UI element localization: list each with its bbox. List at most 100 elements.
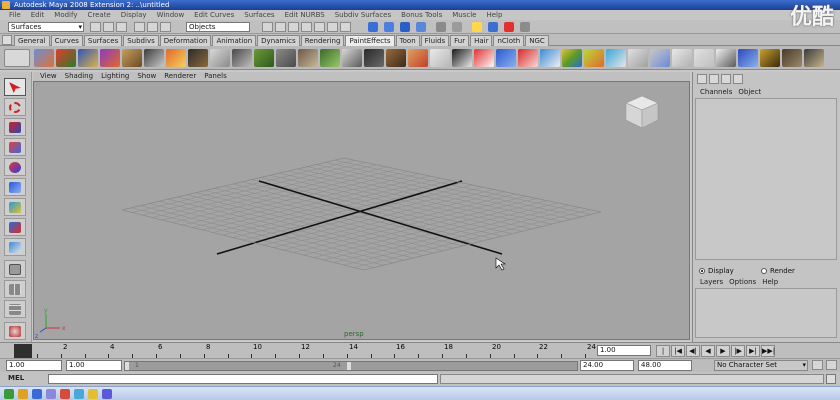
menu-subdiv-surfaces[interactable]: Subdiv Surfaces — [330, 10, 396, 20]
manipulator-tool[interactable] — [4, 198, 26, 216]
brush-preset-33-icon[interactable] — [738, 49, 758, 67]
tab-ncloth[interactable]: nCloth — [493, 35, 525, 46]
open-scene-icon[interactable] — [103, 22, 114, 32]
brush-preset-11-icon[interactable] — [254, 49, 274, 67]
play-forwards-button[interactable]: ▶ — [716, 345, 730, 357]
select-joints-icon[interactable] — [275, 22, 286, 32]
menu-help[interactable]: Help — [481, 10, 507, 20]
tab-dynamics[interactable]: Dynamics — [257, 35, 300, 46]
quicklaunch-media-icon[interactable] — [60, 389, 70, 399]
display-radio[interactable]: Display — [699, 267, 734, 275]
brush-preset-20-icon[interactable] — [452, 49, 472, 67]
select-tool[interactable] — [4, 78, 26, 96]
brush-preset-26-icon[interactable] — [584, 49, 604, 67]
brush-preset-32-icon[interactable] — [716, 49, 736, 67]
panel-menu-show[interactable]: Show — [133, 72, 160, 81]
menu-modify[interactable]: Modify — [49, 10, 82, 20]
select-curves-icon[interactable] — [288, 22, 299, 32]
show-manipulator-tool[interactable] — [4, 238, 26, 256]
attribute-editor-layout-icon[interactable] — [709, 74, 719, 84]
quicklaunch-tool-icon[interactable] — [88, 389, 98, 399]
save-scene-icon[interactable] — [116, 22, 127, 32]
ipr-render-icon[interactable] — [504, 22, 514, 32]
time-ruler[interactable]: 2 4 6 8 10 12 14 16 18 20 22 24 — [33, 343, 596, 359]
brush-preset-24-icon[interactable] — [540, 49, 560, 67]
playback-end-field[interactable]: 24.00 — [580, 360, 634, 371]
step-back-frame-button[interactable]: ◀| — [686, 345, 700, 357]
play-backwards-button[interactable]: ◀ — [701, 345, 715, 357]
menu-bonus-tools[interactable]: Bonus Tools — [396, 10, 447, 20]
channel-layer-layout-icon[interactable] — [733, 74, 743, 84]
perspective-viewport[interactable]: x y z persp — [33, 81, 690, 340]
tab-subdivs[interactable]: Subdivs — [123, 35, 159, 46]
render-radio[interactable]: Render — [761, 267, 795, 275]
command-language-toggle[interactable]: MEL — [8, 374, 24, 382]
panel-menu-renderer[interactable]: Renderer — [160, 72, 200, 81]
panel-menu-shading[interactable]: Shading — [61, 72, 97, 81]
rotate-tool[interactable] — [4, 158, 26, 176]
command-input[interactable] — [48, 374, 438, 384]
layers-menu[interactable]: Layers — [697, 277, 726, 287]
select-handles-icon[interactable] — [262, 22, 273, 32]
quicklaunch-folder-icon[interactable] — [18, 389, 28, 399]
brush-preset-13-icon[interactable] — [298, 49, 318, 67]
history-icon[interactable] — [452, 22, 462, 32]
hypershade-layout[interactable] — [4, 322, 26, 340]
select-hierarchy-icon[interactable] — [134, 22, 145, 32]
brush-preset-12-icon[interactable] — [276, 49, 296, 67]
layer-list-area[interactable] — [695, 288, 837, 338]
paint-effects-tool-icon[interactable] — [4, 49, 30, 67]
range-start-handle[interactable] — [125, 362, 129, 370]
brush-preset-35-icon[interactable] — [782, 49, 802, 67]
snap-grid-icon[interactable] — [368, 22, 378, 32]
tab-painteffects[interactable]: PaintEffects — [345, 35, 395, 46]
tab-surfaces[interactable]: Surfaces — [83, 35, 123, 46]
step-forward-key-button[interactable]: ▶| — [746, 345, 760, 357]
brush-preset-21-icon[interactable] — [474, 49, 494, 67]
select-object-icon[interactable] — [147, 22, 158, 32]
brush-preset-19-icon[interactable] — [430, 49, 450, 67]
channels-menu[interactable]: Channels — [697, 87, 735, 97]
brush-preset-6-icon[interactable] — [144, 49, 164, 67]
go-to-start-button[interactable]: |◀◀ — [656, 345, 670, 365]
brush-preset-30-icon[interactable] — [672, 49, 692, 67]
end-time-field[interactable]: 48.00 — [638, 360, 692, 371]
render-view-icon[interactable] — [472, 22, 482, 32]
brush-preset-17-icon[interactable] — [386, 49, 406, 67]
brush-preset-7-icon[interactable] — [166, 49, 186, 67]
panel-menu-view[interactable]: View — [36, 72, 61, 81]
lasso-tool[interactable] — [4, 98, 26, 116]
brush-preset-5-icon[interactable] — [122, 49, 142, 67]
tab-fluids[interactable]: Fluids — [420, 35, 450, 46]
panel-menu-lighting[interactable]: Lighting — [97, 72, 133, 81]
quicklaunch-messenger-icon[interactable] — [74, 389, 84, 399]
menu-window[interactable]: Window — [152, 10, 190, 20]
script-editor-icon[interactable] — [826, 374, 836, 384]
playback-start-field[interactable]: 1.00 — [66, 360, 122, 371]
menu-edit-nurbs[interactable]: Edit NURBS — [280, 10, 330, 20]
snap-view-plane-icon[interactable] — [416, 22, 426, 32]
paint-select-tool[interactable] — [4, 118, 26, 136]
select-component-icon[interactable] — [160, 22, 171, 32]
tab-rendering[interactable]: Rendering — [300, 35, 345, 46]
time-slider[interactable]: 24681012141618202224 1.00 |◀◀ |◀ ◀| ◀ ▶ … — [0, 342, 840, 365]
selection-mode-field[interactable]: Objects — [186, 22, 250, 32]
tab-general[interactable]: General — [14, 35, 50, 46]
brush-preset-25-icon[interactable] — [562, 49, 582, 67]
brush-preset-10-icon[interactable] — [232, 49, 252, 67]
four-view-layout[interactable] — [4, 280, 26, 298]
tab-deformation[interactable]: Deformation — [159, 35, 212, 46]
menu-edit-curves[interactable]: Edit Curves — [189, 10, 239, 20]
tab-fur[interactable]: Fur — [450, 35, 470, 46]
select-surfaces-icon[interactable] — [301, 22, 312, 32]
brush-preset-31-icon[interactable] — [694, 49, 714, 67]
go-to-end-button[interactable]: ▶▶| — [761, 345, 775, 357]
brush-preset-16-icon[interactable] — [364, 49, 384, 67]
options-menu[interactable]: Options — [726, 277, 759, 287]
tab-animation[interactable]: Animation — [212, 35, 257, 46]
tab-ngc[interactable]: NGC — [525, 35, 549, 46]
menu-display[interactable]: Display — [116, 10, 152, 20]
layer-help-menu[interactable]: Help — [759, 277, 781, 287]
range-end-handle[interactable] — [347, 362, 351, 370]
range-bar[interactable]: 1 24 — [124, 361, 578, 371]
